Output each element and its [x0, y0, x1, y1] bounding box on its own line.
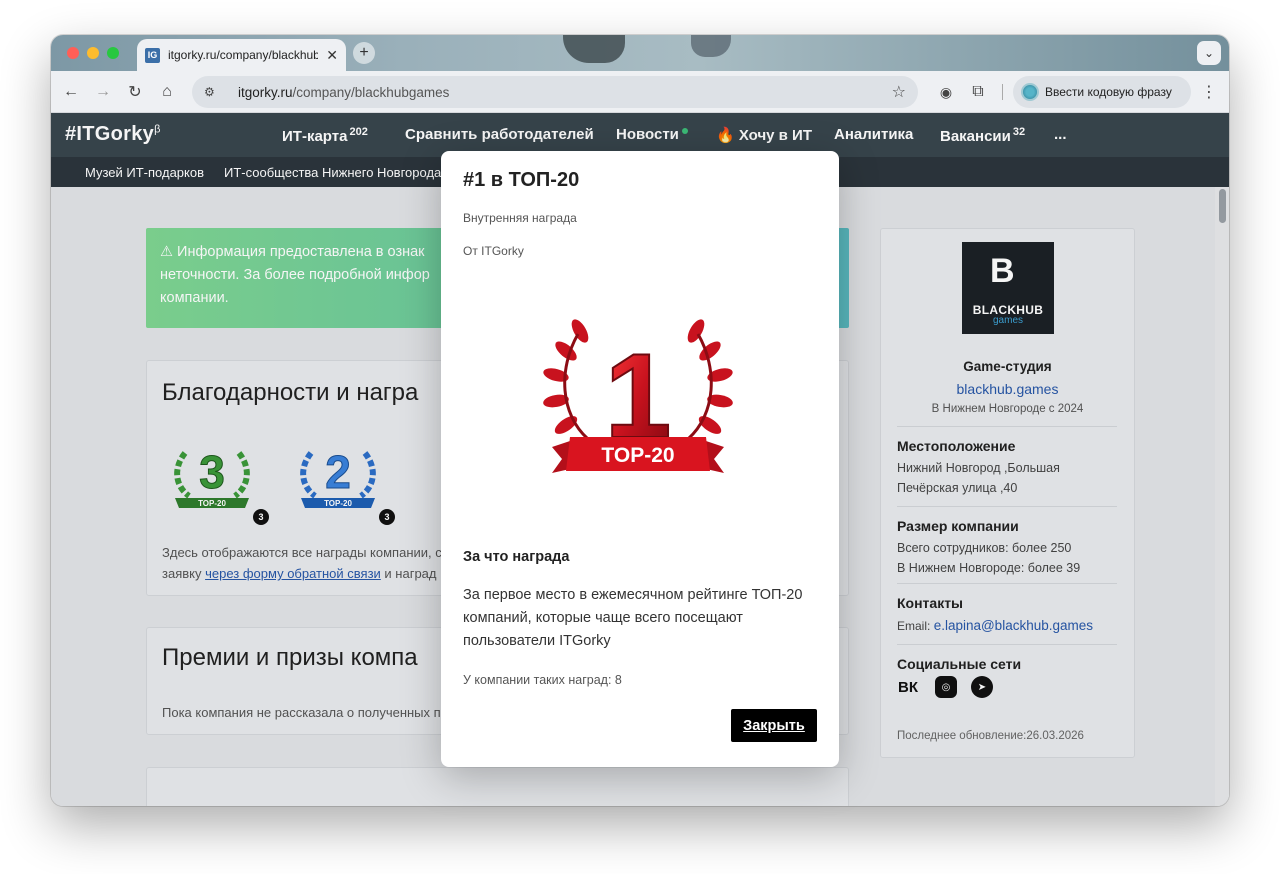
reload-icon[interactable]: ↻ [123, 80, 147, 104]
favicon-icon: IG [145, 47, 160, 63]
tab-search-button[interactable]: ⌄ [1197, 41, 1221, 65]
wallpaper-figure [563, 35, 625, 63]
award-from: От ITGorky [463, 244, 524, 258]
browser-toolbar: ← → ↻ ⌂ ⚙ itgorky.ru/company/blackhubgam… [51, 71, 1229, 113]
home-icon[interactable]: ⌂ [155, 80, 179, 104]
reason-heading: За что награда [463, 549, 570, 565]
forward-icon[interactable]: → [91, 80, 115, 104]
camera-icon[interactable]: ◉ [934, 80, 958, 104]
modal-title: #1 в ТОП-20 [463, 169, 580, 191]
award-type: Внутренняя награда [463, 211, 577, 225]
close-tab-icon[interactable]: ✕ [326, 47, 338, 64]
maximize-window-button[interactable] [107, 47, 119, 59]
close-button[interactable]: Закрыть [731, 709, 817, 742]
site-settings-icon[interactable]: ⚙ [204, 85, 224, 99]
url-text[interactable]: itgorky.ru/company/blackhubgames [238, 85, 449, 100]
menu-icon[interactable]: ⋮ [1197, 80, 1221, 104]
tab-bar: IG itgorky.ru/company/blackhub ✕ + ⌄ [51, 35, 1229, 71]
reason-text: За первое место в ежемесячном рейтинге Т… [463, 587, 803, 649]
browser-tab[interactable]: IG itgorky.ru/company/blackhub ✕ [137, 39, 346, 71]
extensions-icon[interactable]: ⧉ [966, 80, 990, 104]
back-icon[interactable]: ← [59, 80, 83, 104]
minimize-window-button[interactable] [87, 47, 99, 59]
new-tab-button[interactable]: + [353, 42, 375, 64]
award-modal: #1 в ТОП-20 Внутренняя награда От ITGork… [441, 151, 839, 767]
award-image: 1 TOP-20 [543, 319, 733, 473]
passphrase-button[interactable]: Ввести кодовую фразу [1013, 76, 1191, 108]
tab-title: itgorky.ru/company/blackhub [168, 48, 318, 62]
close-window-button[interactable] [67, 47, 79, 59]
profile-icon [1021, 83, 1039, 101]
wallpaper-figure [691, 35, 731, 57]
passphrase-label: Ввести кодовую фразу [1045, 85, 1172, 99]
svg-text:TOP-20: TOP-20 [601, 444, 674, 467]
bookmark-star-icon[interactable]: ☆ [892, 82, 906, 102]
award-count: У компании таких наград: 8 [463, 673, 622, 687]
address-bar[interactable]: ⚙ itgorky.ru/company/blackhubgames ☆ [192, 76, 918, 108]
toolbar-divider [1002, 84, 1003, 100]
